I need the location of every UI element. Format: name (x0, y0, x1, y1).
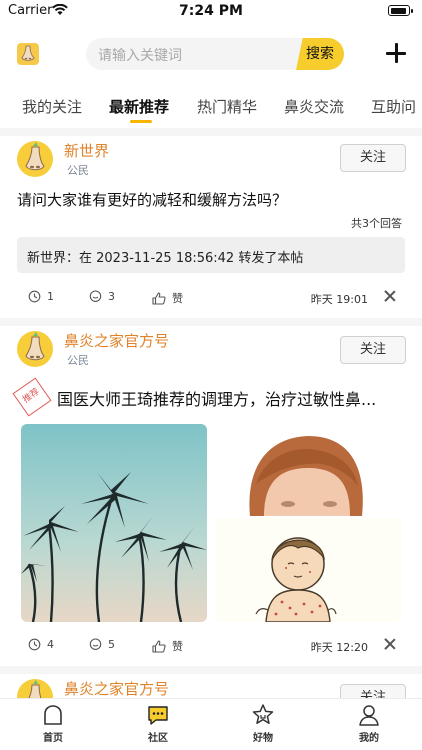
recommend-badge: 推荐 (12, 377, 52, 417)
dismiss-icon[interactable] (384, 290, 396, 302)
tab-rhinitis-talk[interactable]: 鼻炎交流 (284, 96, 344, 117)
thumbs-up-icon (152, 639, 166, 653)
view-count: 1 (28, 290, 54, 303)
tab-hot-featured[interactable]: 热门精华 (197, 96, 257, 117)
plus-icon[interactable] (385, 42, 407, 64)
thumbs-up-icon (152, 291, 166, 305)
tabbar-goods[interactable]: 好物 (233, 703, 293, 744)
profile-icon (359, 705, 379, 726)
comment-icon (89, 638, 102, 650)
comment-button[interactable]: 3 (89, 290, 115, 303)
star-goods-icon (252, 704, 274, 724)
repost-text: 新世界：在 2023-11-25 18:56:42 转发了本帖 (27, 251, 304, 266)
tab-latest-recommend[interactable]: 最新推荐 (109, 96, 169, 117)
like-button[interactable]: 赞 (152, 638, 183, 654)
follow-button[interactable]: 关注 (340, 336, 406, 364)
tab-mutual-help[interactable]: 互助问 (371, 96, 416, 117)
tab-following[interactable]: 我的关注 (22, 96, 82, 117)
post-action-row: 4 5 赞 昨天 12:20 (0, 636, 422, 656)
dismiss-icon[interactable] (384, 638, 396, 650)
post-action-row: 1 3 赞 昨天 19:01 (0, 288, 422, 308)
search-button[interactable]: 搜索 (296, 38, 344, 70)
follow-button[interactable]: 关注 (340, 144, 406, 172)
post-image-palm-trees[interactable] (21, 424, 207, 622)
avatar[interactable] (17, 331, 53, 367)
search-bar[interactable]: 请输入关键词 搜索 (86, 38, 344, 70)
post-image-child-face[interactable] (216, 424, 402, 516)
clock-time: 7:24 PM (179, 3, 243, 19)
post-title[interactable]: 国医大师王琦推荐的调理方，治疗过敏性鼻... (57, 386, 376, 410)
author-name[interactable]: 鼻炎之家官方号 (64, 678, 169, 699)
home-icon (44, 705, 62, 725)
battery-icon (388, 5, 413, 16)
post-time: 昨天 19:01 (310, 293, 368, 306)
active-tab-indicator (130, 120, 152, 123)
view-count: 4 (28, 638, 54, 651)
views-icon (28, 290, 41, 303)
top-header: 请输入关键词 搜索 (0, 34, 422, 74)
category-tabs: 我的关注 最新推荐 热门精华 鼻炎交流 互助问 (0, 92, 422, 128)
author-rank: 公民 (67, 164, 89, 177)
search-input[interactable]: 请输入关键词 (98, 45, 182, 65)
nose-logo-icon[interactable] (17, 43, 39, 65)
author-name[interactable]: 鼻炎之家官方号 (64, 330, 169, 351)
author-rank: 公民 (67, 354, 89, 367)
divider (0, 318, 422, 326)
divider (0, 666, 422, 674)
post-text[interactable]: 请问大家谁有更好的减轻和缓解方法吗？ (17, 189, 287, 210)
bottom-tab-bar: 首页 社区 好物 我的 (0, 698, 422, 750)
like-button[interactable]: 赞 (152, 290, 183, 306)
views-icon (28, 638, 41, 651)
comment-button[interactable]: 5 (89, 638, 115, 651)
tabbar-mine[interactable]: 我的 (339, 703, 399, 744)
tabbar-home[interactable]: 首页 (23, 703, 83, 744)
author-name[interactable]: 新世界 (64, 140, 109, 161)
avatar[interactable] (17, 141, 53, 177)
post-image-cartoon-child[interactable] (216, 518, 402, 622)
tabbar-community[interactable]: 社区 (128, 703, 188, 744)
comment-icon (89, 290, 102, 302)
status-bar: Carrier 7:24 PM (0, 0, 422, 22)
answer-count: 共3个回答 (351, 217, 402, 230)
repost-info[interactable]: 新世界：在 2023-11-25 18:56:42 转发了本帖 (17, 237, 405, 273)
post-time: 昨天 12:20 (310, 641, 368, 654)
community-chat-icon (148, 706, 168, 725)
divider (0, 128, 422, 136)
